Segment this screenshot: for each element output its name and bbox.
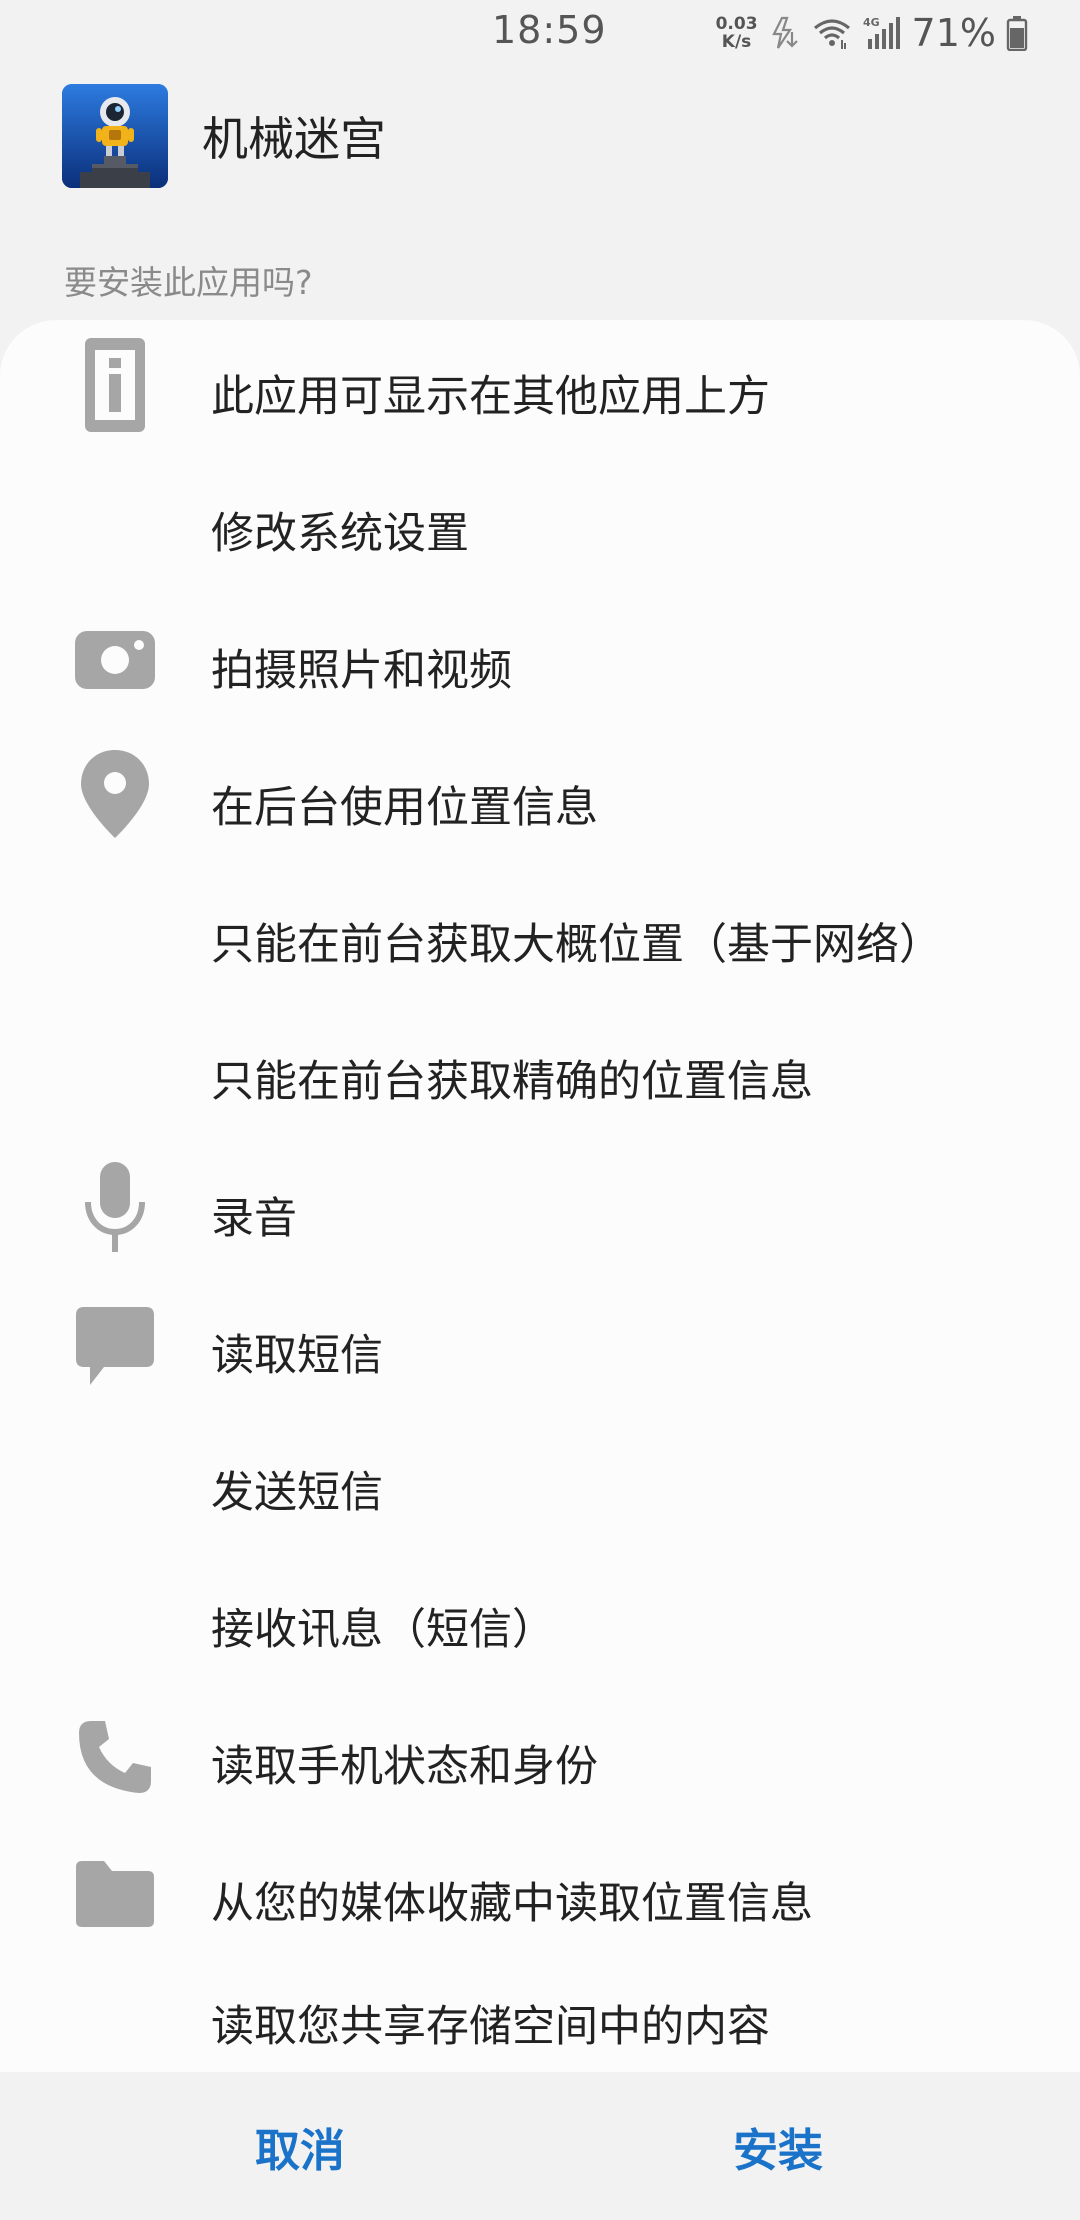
permission-label: 接收讯息（短信）: [211, 1605, 555, 1655]
battery-percent: 71%: [911, 11, 996, 55]
permission-item-receive-sms: 接收讯息（短信）: [0, 1553, 1080, 1690]
install-question: 要安装此应用吗?: [64, 263, 313, 302]
permission-label: 读取短信: [211, 1331, 383, 1381]
info-icon: [70, 338, 160, 432]
permission-item-camera: 拍摄照片和视频: [0, 594, 1080, 731]
permission-label: 在后台使用位置信息: [211, 783, 598, 833]
permission-label: 只能在前台获取大概位置（基于网络）: [211, 920, 942, 970]
permission-item-shared-storage: 读取您共享存储空间中的内容: [0, 1964, 1080, 2072]
permission-label: 此应用可显示在其他应用上方: [211, 372, 770, 422]
permission-item-phone-state: 读取手机状态和身份: [0, 1690, 1080, 1827]
permission-item-read-sms: 读取短信: [0, 1279, 1080, 1416]
microphone-icon: [70, 1162, 160, 1252]
permission-label: 发送短信: [211, 1468, 383, 1518]
app-icon: [62, 84, 168, 188]
folder-icon: [70, 1849, 160, 1939]
network-speed: 0.03 K/s: [716, 15, 758, 51]
phone-icon: [70, 1712, 160, 1802]
permission-label: 拍摄照片和视频: [211, 646, 512, 696]
status-indicators: 0.03 K/s 4G 71%: [716, 10, 1028, 56]
permission-item-background-location: 在后台使用位置信息: [0, 731, 1080, 868]
permission-label: 录音: [211, 1194, 297, 1244]
permission-item-coarse-location: 只能在前台获取大概位置（基于网络）: [0, 868, 1080, 1005]
status-bar: 18:59 0.03 K/s 4G 71%: [0, 0, 1080, 66]
permission-label: 修改系统设置: [211, 509, 469, 559]
permission-item-send-sms: 发送短信: [0, 1416, 1080, 1553]
permission-item-system-settings: 修改系统设置: [0, 457, 1080, 594]
network-speed-value: 0.03: [715, 14, 758, 34]
action-bar: 取消 安装: [0, 2072, 1080, 2220]
cancel-button[interactable]: 取消: [150, 2072, 450, 2220]
permission-item-overlay: 此应用可显示在其他应用上方: [0, 320, 1080, 457]
permission-label: 从您的媒体收藏中读取位置信息: [211, 1879, 813, 1929]
wifi-icon: [812, 16, 852, 50]
no-charge-icon: [768, 16, 802, 50]
permission-label: 只能在前台获取精确的位置信息: [211, 1057, 813, 1107]
network-type-label: 4G: [863, 16, 880, 29]
signal-icon: 4G: [862, 15, 902, 51]
app-header: 机械迷宫: [62, 84, 386, 188]
status-time: 18:59: [492, 8, 607, 52]
permission-item-fine-location: 只能在前台获取精确的位置信息: [0, 1005, 1080, 1142]
permission-item-record-audio: 录音: [0, 1142, 1080, 1279]
permission-list[interactable]: 此应用可显示在其他应用上方 修改系统设置 拍摄照片和视频 在后台使用位置信息 只…: [0, 320, 1080, 2072]
permission-item-media-location: 从您的媒体收藏中读取位置信息: [0, 1827, 1080, 1964]
battery-icon: [1006, 15, 1028, 51]
app-name: 机械迷宫: [202, 112, 386, 166]
camera-icon: [70, 614, 160, 704]
permission-label: 读取您共享存储空间中的内容: [211, 2002, 770, 2052]
message-icon: [70, 1301, 160, 1391]
network-speed-unit: K/s: [721, 32, 752, 52]
install-button[interactable]: 安装: [628, 2072, 928, 2220]
permission-label: 读取手机状态和身份: [211, 1742, 598, 1792]
location-icon: [70, 749, 160, 839]
